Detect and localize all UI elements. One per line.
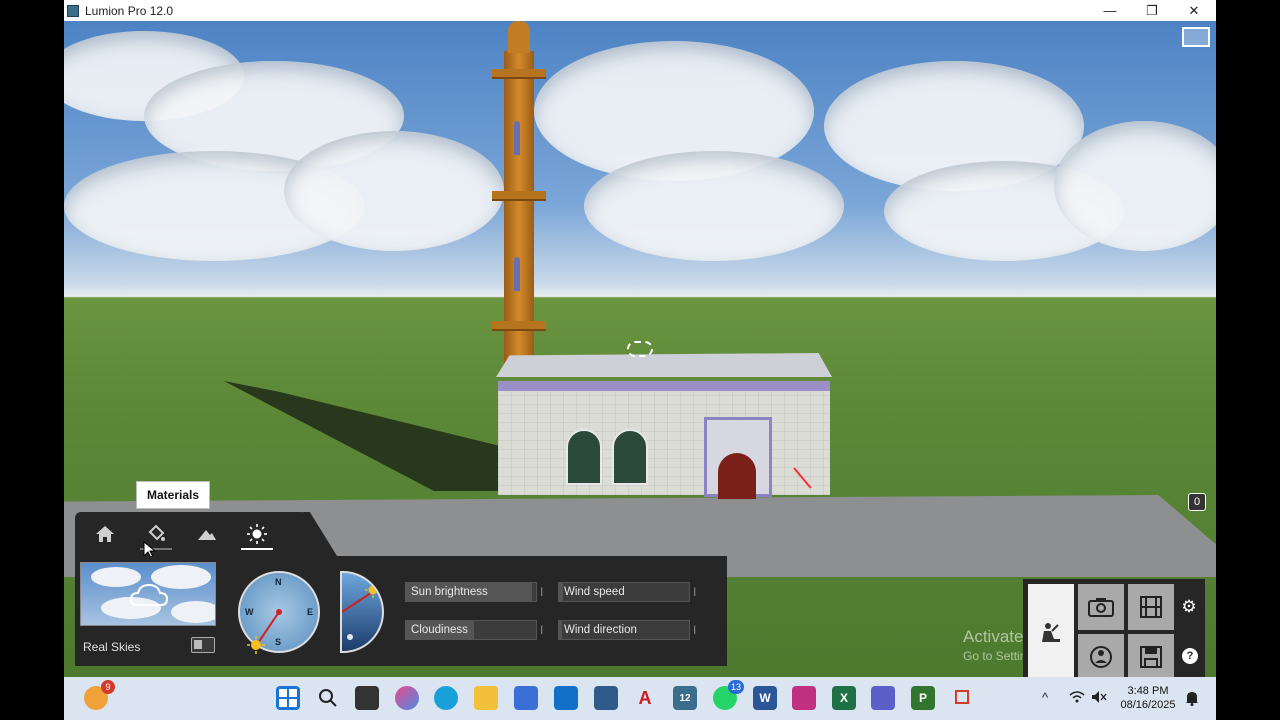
save-icon (1140, 646, 1162, 668)
mosque-building (496, 353, 832, 499)
panorama-mode-button[interactable] (1078, 634, 1124, 677)
minaret (488, 21, 550, 377)
sun-direction-compass[interactable]: N E S W (238, 571, 320, 654)
file-explorer-icon[interactable] (474, 686, 498, 710)
window-title: Lumion Pro 12.0 (85, 3, 174, 18)
dial-sun-icon (364, 581, 382, 599)
title-bar: Lumion Pro 12.0 — ❐ ✕ (64, 0, 1216, 21)
autocad-icon[interactable]: A (633, 686, 657, 710)
snipping-tool-icon[interactable] (951, 686, 975, 710)
text-cursor-icon: I (540, 623, 544, 637)
task-view-icon[interactable] (355, 686, 379, 710)
build-mode-button[interactable] (1028, 584, 1074, 677)
weather-widget-icon[interactable]: 9 (84, 680, 115, 710)
tab-home[interactable] (87, 520, 123, 548)
outlook-icon[interactable] (554, 686, 578, 710)
sun-height-dial[interactable] (340, 571, 384, 653)
teams-icon[interactable] (871, 686, 895, 710)
tab-weather[interactable] (239, 520, 275, 550)
excel-icon[interactable]: X (832, 686, 856, 710)
photo-mode-button[interactable] (1078, 584, 1124, 630)
weather-badge: 9 (101, 680, 115, 694)
sun-brightness-label: Sun brightness (411, 586, 488, 598)
settings-gear-icon[interactable]: ⚙ (1180, 598, 1198, 616)
notification-bell-icon[interactable] (1185, 690, 1199, 709)
close-button[interactable]: ✕ (1172, 0, 1216, 21)
search-icon[interactable] (316, 686, 340, 710)
3d-viewport[interactable]: 0 Activate Windows Go to Settings to act… (64, 21, 1216, 677)
real-skies-toggle[interactable] (191, 637, 215, 653)
cloudiness-label: Cloudiness (411, 624, 468, 636)
word-icon[interactable]: W (753, 686, 777, 710)
wind-speed-slider[interactable]: Wind speed (558, 582, 690, 602)
lumion-window: Lumion Pro 12.0 — ❐ ✕ 0 Activate Go to S… (64, 0, 1216, 720)
start-icon[interactable] (276, 686, 300, 710)
screen: Lumion Pro 12.0 — ❐ ✕ 0 Activate Go to S… (0, 0, 1280, 720)
clock-date: 08/16/2025 (1120, 699, 1176, 711)
wind-direction-slider[interactable]: Wind direction (558, 620, 690, 640)
cloud-icon (129, 583, 169, 606)
volume-muted-icon[interactable] (1091, 690, 1107, 707)
edge-icon[interactable] (434, 686, 458, 710)
wifi-icon[interactable] (1069, 690, 1085, 707)
weather-panel: Real Skies N E S W Sun brightness I Wind… (75, 556, 727, 666)
cloudiness-slider[interactable]: Cloudiness (405, 620, 537, 640)
sketchup-icon[interactable] (594, 686, 618, 710)
restore-button[interactable]: ❐ (1130, 0, 1174, 21)
lumion-app-icon (67, 4, 79, 17)
speed-indicator-badge[interactable]: 0 (1188, 493, 1206, 511)
text-cursor-icon: I (693, 585, 697, 599)
save-mode-button[interactable] (1128, 634, 1174, 677)
wind-direction-label: Wind direction (564, 624, 637, 636)
building-shadow (224, 381, 504, 491)
category-tabs (75, 512, 307, 556)
tab-landscape[interactable] (189, 520, 225, 548)
camera-crosshair (627, 341, 653, 357)
wind-speed-label: Wind speed (564, 586, 625, 598)
whatsapp-badge: 13 (727, 680, 744, 694)
project-icon[interactable]: P (911, 686, 935, 710)
cloud (284, 131, 504, 251)
camera-icon (1088, 598, 1114, 617)
real-skies-thumbnail[interactable] (80, 562, 216, 626)
copilot-icon[interactable] (395, 686, 419, 710)
whatsapp-icon[interactable]: 13 (713, 680, 744, 710)
store-icon[interactable] (514, 686, 538, 710)
build-mode-icon (1042, 623, 1060, 642)
materials-tooltip: Materials (136, 481, 210, 509)
sun-brightness-slider[interactable]: Sun brightness (405, 582, 537, 602)
wind-direction-fill (559, 621, 562, 639)
compass-sun-icon (247, 636, 265, 654)
text-cursor-icon: I (540, 585, 544, 599)
sun-icon (247, 524, 267, 544)
taskbar-clock[interactable]: 3:48 PM 08/16/2025 (1116, 684, 1180, 712)
mode-panel: ⚙ ? (1023, 579, 1205, 677)
tray-chevron-icon[interactable]: ^ (1042, 690, 1048, 705)
minimize-button[interactable]: — (1088, 0, 1132, 21)
fullscreen-toggle-button[interactable] (1182, 27, 1210, 47)
mountain-icon (198, 530, 216, 540)
movie-mode-button[interactable] (1128, 584, 1174, 630)
clock-time: 3:48 PM (1127, 685, 1169, 697)
film-icon (1140, 596, 1162, 618)
text-cursor-icon: I (693, 623, 697, 637)
pdf-editor-icon[interactable] (792, 686, 816, 710)
home-icon (96, 526, 114, 542)
panorama-icon (1090, 646, 1112, 668)
wind-speed-fill (559, 583, 563, 601)
cloud (584, 151, 844, 261)
real-skies-label: Real Skies (83, 640, 141, 654)
lumion-taskbar-icon[interactable]: 12 (673, 686, 697, 710)
windows-taskbar: 9 A 12 13 W X P ^ 3:48 PM 08/16/2025 (64, 677, 1216, 720)
help-button[interactable]: ? (1182, 648, 1198, 664)
